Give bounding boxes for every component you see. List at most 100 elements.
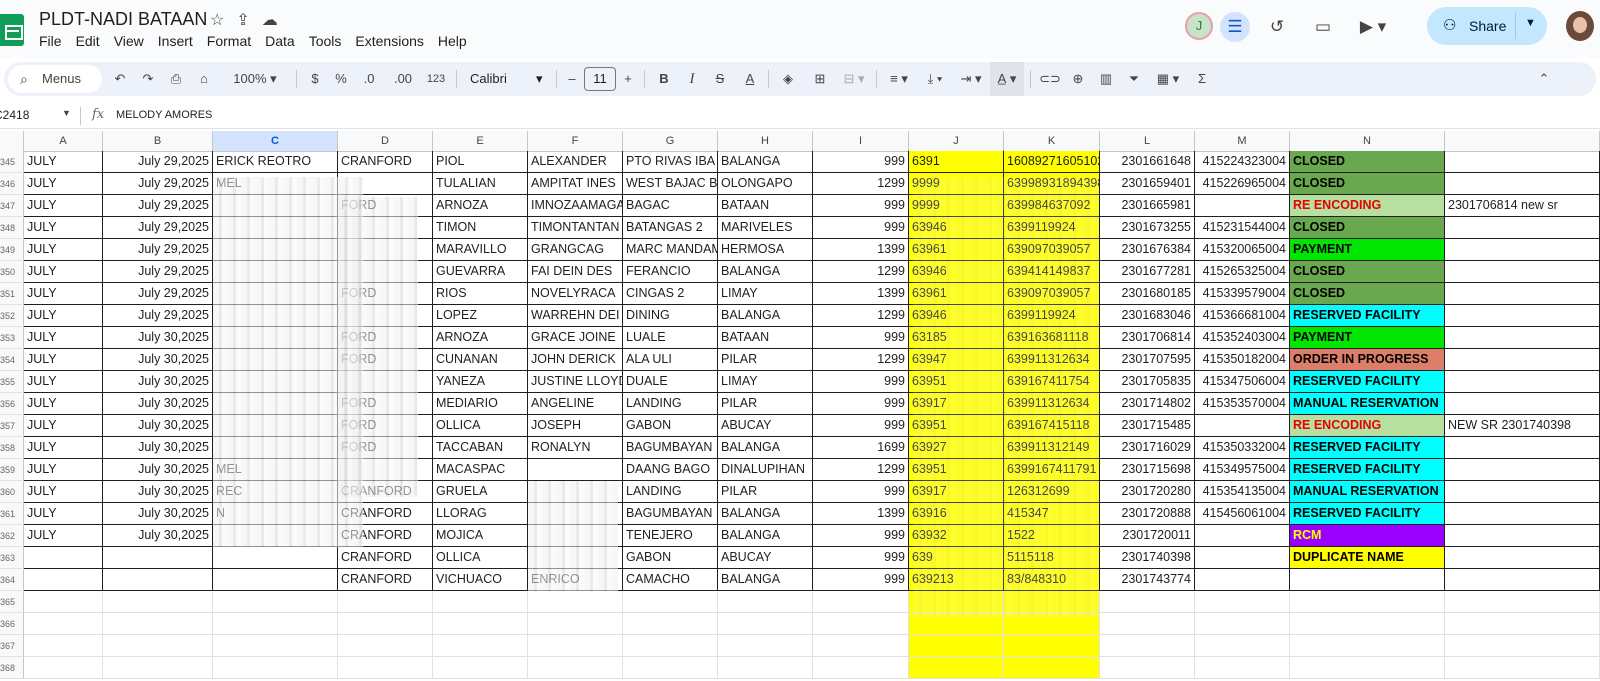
cell-h[interactable]: BALANGA — [718, 305, 813, 327]
cell-i[interactable]: 1699 — [813, 437, 909, 459]
cell-m[interactable]: 415339579004 — [1195, 283, 1290, 305]
cell-l[interactable]: 2301716029 — [1100, 437, 1195, 459]
cell-n[interactable] — [1290, 591, 1445, 613]
cell-d[interactable]: CRANFORD — [338, 151, 433, 173]
cell-m[interactable] — [1195, 591, 1290, 613]
cell-m[interactable]: 415226965004 — [1195, 173, 1290, 195]
cell-n[interactable]: RESERVED FACILITY — [1290, 437, 1445, 459]
undo-icon[interactable]: ↶ — [108, 62, 132, 96]
cell-d[interactable] — [338, 591, 433, 613]
cell-m[interactable] — [1195, 569, 1290, 591]
cell-o[interactable] — [1445, 569, 1600, 591]
cell-h[interactable]: PILAR — [718, 349, 813, 371]
text-rotation-icon[interactable]: A̲ ▾ — [990, 62, 1024, 96]
functions-button[interactable]: Σ — [1190, 62, 1214, 96]
cell-g[interactable]: BAGUMBAYAN — [623, 503, 718, 525]
cell-g[interactable]: LANDING — [623, 393, 718, 415]
cell-f[interactable]: GRANGCAG — [528, 239, 623, 261]
star-icon[interactable]: ☆ — [210, 10, 224, 30]
column-header-m[interactable]: M — [1195, 131, 1290, 152]
cell-e[interactable]: GUEVARRA — [433, 261, 528, 283]
row-header[interactable]: 347 — [0, 195, 24, 217]
cell-g[interactable]: BAGUMBAYAN — [623, 437, 718, 459]
cell-b[interactable]: July 29,2025 — [103, 173, 213, 195]
text-color-button[interactable]: A — [738, 62, 762, 96]
menu-tools[interactable]: Tools — [309, 33, 342, 49]
share-button[interactable]: ⚇ Share ▼ — [1427, 7, 1547, 45]
column-header-h[interactable]: H — [718, 131, 813, 152]
cell-l[interactable]: 2301707595 — [1100, 349, 1195, 371]
formula-input[interactable]: MELODY AMORES — [116, 109, 212, 121]
cell-a[interactable]: JULY — [24, 437, 103, 459]
cell-n[interactable]: MANUAL RESERVATION — [1290, 481, 1445, 503]
cell-l[interactable]: 2301683046 — [1100, 305, 1195, 327]
cell-n[interactable]: CLOSED — [1290, 173, 1445, 195]
cell-m[interactable]: 415352403004 — [1195, 327, 1290, 349]
cell-g[interactable]: ALA ULI — [623, 349, 718, 371]
cell-f[interactable] — [528, 657, 623, 679]
cell-l[interactable]: 2301715485 — [1100, 415, 1195, 437]
cell-e[interactable]: ARNOZA — [433, 327, 528, 349]
cell-h[interactable]: BALANGA — [718, 437, 813, 459]
cell-j[interactable]: 6391 — [909, 151, 1004, 173]
cell-b[interactable]: July 30,2025 — [103, 393, 213, 415]
cell-o[interactable] — [1445, 305, 1600, 327]
cell-i[interactable] — [813, 635, 909, 657]
cell-i[interactable] — [813, 657, 909, 679]
cell-f[interactable]: RONALYN — [528, 437, 623, 459]
cell-g[interactable]: TENEJERO — [623, 525, 718, 547]
cell-b[interactable] — [103, 613, 213, 635]
menu-help[interactable]: Help — [438, 33, 467, 49]
cell-i[interactable]: 1299 — [813, 459, 909, 481]
cell-b[interactable]: July 29,2025 — [103, 217, 213, 239]
cell-c[interactable] — [213, 635, 338, 657]
cell-g[interactable]: LUALE — [623, 327, 718, 349]
cell-o[interactable]: 2301706814 new sr — [1445, 195, 1600, 217]
font-select[interactable]: Calibri ▾ — [464, 62, 554, 96]
cell-g[interactable]: CINGAS 2 — [623, 283, 718, 305]
name-box-dropdown-icon[interactable]: ▼ — [62, 108, 71, 118]
filter-views-icon[interactable]: ▦ ▾ — [1150, 62, 1186, 96]
row-header[interactable]: 367 — [0, 635, 24, 657]
row-header[interactable]: 345 — [0, 151, 24, 173]
cell-i[interactable]: 999 — [813, 151, 909, 173]
cell-a[interactable]: JULY — [24, 525, 103, 547]
cell-b[interactable] — [103, 635, 213, 657]
cell-e[interactable]: OLLICA — [433, 415, 528, 437]
cell-i[interactable]: 1399 — [813, 239, 909, 261]
cell-i[interactable]: 999 — [813, 525, 909, 547]
cell-f[interactable]: GRACE JOINE — [528, 327, 623, 349]
cell-l[interactable]: 2301680185 — [1100, 283, 1195, 305]
cell-g[interactable]: WEST BAJAC B — [623, 173, 718, 195]
cell-e[interactable] — [433, 591, 528, 613]
cell-h[interactable] — [718, 657, 813, 679]
cell-a[interactable]: JULY — [24, 305, 103, 327]
print-icon[interactable]: ⎙ — [164, 62, 188, 96]
cell-f[interactable]: NOVELYRACA — [528, 283, 623, 305]
cell-l[interactable]: 2301665981 — [1100, 195, 1195, 217]
cell-g[interactable]: LANDING — [623, 481, 718, 503]
cell-e[interactable]: MOJICA — [433, 525, 528, 547]
cell-b[interactable] — [103, 569, 213, 591]
cell-i[interactable]: 999 — [813, 217, 909, 239]
row-header[interactable]: 350 — [0, 261, 24, 283]
cell-h[interactable]: PILAR — [718, 481, 813, 503]
cell-m[interactable]: 415347506004 — [1195, 371, 1290, 393]
cell-c[interactable]: ERICK REOTRO — [213, 151, 338, 173]
decrease-font-size-button[interactable]: – — [562, 62, 582, 96]
percent-format-button[interactable]: % — [330, 62, 352, 96]
cell-m[interactable]: 415354135004 — [1195, 481, 1290, 503]
cell-a[interactable]: JULY — [24, 217, 103, 239]
cell-f[interactable] — [528, 459, 623, 481]
cell-k[interactable] — [1004, 635, 1100, 657]
cell-a[interactable]: JULY — [24, 481, 103, 503]
cell-h[interactable]: HERMOSA — [718, 239, 813, 261]
menu-data[interactable]: Data — [265, 33, 295, 49]
cell-o[interactable] — [1445, 217, 1600, 239]
cell-e[interactable]: VICHUACO — [433, 569, 528, 591]
cell-b[interactable]: July 30,2025 — [103, 371, 213, 393]
cell-h[interactable]: LIMAY — [718, 283, 813, 305]
cell-a[interactable] — [24, 657, 103, 679]
search-menus-button[interactable]: ⌕ Menus — [8, 65, 102, 93]
row-header[interactable]: 355 — [0, 371, 24, 393]
